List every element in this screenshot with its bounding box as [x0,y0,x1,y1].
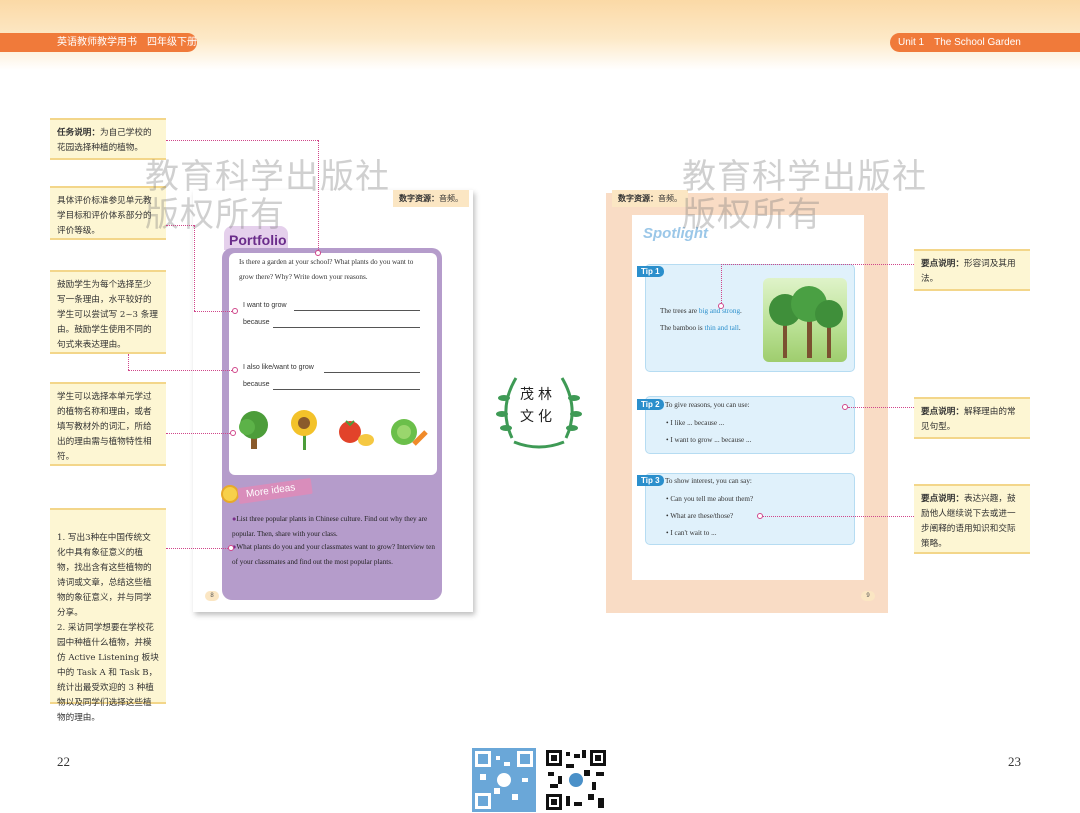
write-line-2-because-blank [273,389,420,390]
tip-2-tag: Tip 2 [637,399,664,410]
watermark-right: 教育科学出版社 版权所有 [682,157,927,235]
right-resource-label: 数字资源：音频。 [612,190,688,207]
note-task: 任务说明：为自己学校的花园选择种植的植物。 [50,118,166,160]
idea-2: ●What plants do you and your classmates … [232,543,435,566]
header-unit-title: Unit 1 The School Garden [890,33,1080,52]
connector-extension [166,548,228,549]
connector-task-v [318,140,319,252]
tip-3-tag: Tip 3 [637,475,664,486]
trees-bamboo-picture [763,278,847,362]
tip-3-item-2: • What are these/those? [666,512,734,520]
left-page-number: 8 [205,591,219,601]
tip-3-item-3: • I can't wait to ... [666,529,717,537]
tip-1-tag: Tip 1 [637,266,664,277]
note-reasons: 鼓励学生为每个选择至少写一条理由，水平较好的学生可以尝试写 2~3 条理由。鼓励… [50,270,166,354]
right-page-number: 9 [861,591,875,601]
tree-icon [239,411,268,449]
qr-code-icon [544,748,608,812]
write-line-1-blank [294,310,420,311]
tip-1-line-2: The bamboo is thin and tall. [660,324,741,332]
wechat-qr-code-icon [472,748,536,812]
folio-right: 23 [1008,754,1021,769]
tomato-icon [339,420,374,446]
connector-vocab [166,433,230,434]
connector-adj-v [721,264,722,303]
note-show-interest: 要点说明：表达兴趣，鼓励他人继续说下去或进一步阐释的语用知识和交际策略。 [914,484,1030,554]
sunflower-icon [291,410,317,450]
watermark-left: 教育科学出版社 版权所有 [145,157,390,235]
connector-task [166,140,318,141]
tip-2-item-1: • I like ... because ... [666,419,725,427]
tip-2-heading: To give reasons, you can use: [665,401,750,409]
connector-dot [718,303,724,309]
connector-eval-v [194,225,195,311]
write-line-1-because-blank [273,327,420,328]
folio-left: 22 [57,754,70,769]
portfolio-question: Is there a garden at your school? What p… [239,258,414,281]
connector-dot [232,308,238,314]
connector-adj [721,264,914,265]
connector-reasons-v [128,354,129,370]
logo-text: 茂林文化 [520,387,556,425]
note-reason-patterns: 要点说明：解释理由的常见句型。 [914,397,1030,439]
connector-eval [166,225,194,226]
write-line-2-blank [324,372,420,373]
left-resource-label: 数字资源：音频。 [393,190,469,207]
note-vocabulary: 学生可以选择本单元学过的植物名称和理由，或者填写教材外的词汇，所给出的理由需与植… [50,382,166,466]
connector-show-interest [763,516,914,517]
idea-1: ●List three popular plants in Chinese cu… [232,515,428,538]
connector-reasons [128,370,234,371]
note-extension: 1. 写出3种在中国传统文化中具有象征意义的植物，找出含有这些植物的诗词或文章，… [50,508,166,723]
write-line-2-because: because [243,381,270,388]
tip-2-item-2: • I want to grow ... because ... [666,436,752,444]
connector-eval-h2 [194,311,234,312]
tip-1-line-1: The trees are big and strong. [660,307,742,315]
connector-dot [232,367,238,373]
connector-reason-pattern [848,407,914,408]
header-book-title: 英语教师教学用书 四年级下册 [0,33,197,52]
tip-3-heading: To show interest, you can say: [665,477,752,485]
write-line-2: I also like/want to grow [243,364,314,371]
write-line-1-because: because [243,319,270,326]
vegetables-icon [391,419,428,446]
connector-dot [230,430,236,436]
tip-3-item-1: • Can you tell me about them? [666,495,754,503]
write-line-1: I want to grow [243,302,287,309]
connector-dot [315,250,321,256]
lightbulb-icon [221,485,239,503]
connector-dot [228,545,234,551]
note-adjectives: 要点说明：形容词及其用法。 [914,249,1030,291]
